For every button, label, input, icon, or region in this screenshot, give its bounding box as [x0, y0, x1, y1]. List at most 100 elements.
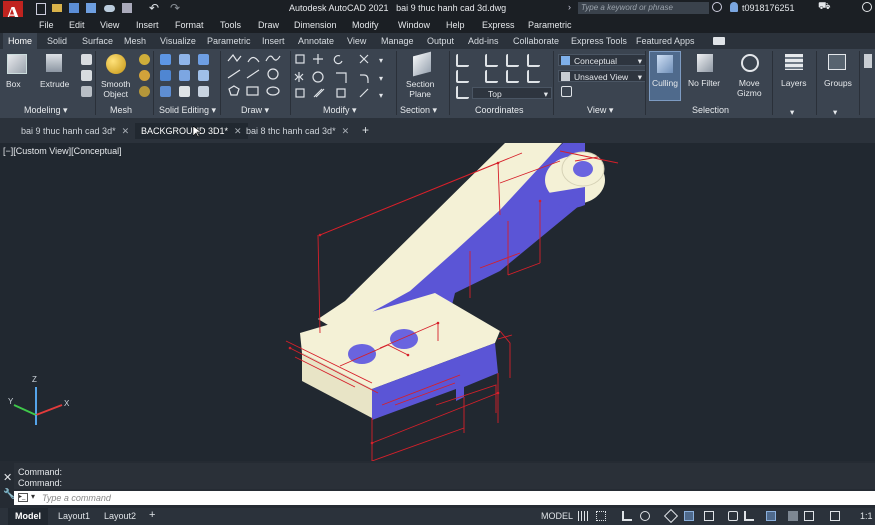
close-icon[interactable]: ✕	[122, 126, 130, 136]
doc-tab[interactable]: bai 9 thuc hanh cad 3d* ✕	[15, 123, 135, 139]
tab-annotate[interactable]: Annotate	[298, 36, 334, 46]
ucs-named-select[interactable]: Top ▾	[472, 87, 552, 99]
box-tool[interactable]: Box	[4, 52, 30, 92]
panel-selection-label[interactable]: Selection	[692, 105, 729, 115]
ucs-3point-icon[interactable]	[456, 70, 469, 83]
lineweight-icon[interactable]	[766, 511, 776, 521]
tab-add-ins[interactable]: Add-ins	[468, 36, 499, 46]
polar-icon[interactable]	[640, 511, 650, 521]
search-input[interactable]: Type a keyword or phrase	[578, 2, 709, 14]
new-tab-icon[interactable]: +	[362, 123, 369, 137]
binoculars-icon[interactable]	[712, 2, 722, 12]
cart-icon[interactable]: ⛟	[818, 1, 831, 14]
panel-modeling-label[interactable]: Modeling ▾	[24, 105, 68, 116]
menu-window[interactable]: Window	[398, 20, 430, 30]
union-icon[interactable]	[160, 54, 171, 65]
culling-button[interactable]: Culling	[649, 51, 681, 101]
extract-edges-icon[interactable]	[179, 86, 190, 97]
menu-help[interactable]: Help	[446, 20, 465, 30]
tab-surface[interactable]: Surface	[82, 36, 113, 46]
tab-featured-apps[interactable]: Featured Apps	[636, 36, 695, 46]
menu-express[interactable]: Express	[482, 20, 515, 30]
tab-manage[interactable]: Manage	[381, 36, 414, 46]
panel-modify-label[interactable]: Modify ▾	[323, 105, 357, 116]
layout-tab-1[interactable]: Layout1	[58, 511, 90, 521]
otrack-icon[interactable]	[728, 511, 738, 521]
plot-icon[interactable]	[122, 3, 132, 13]
section-plane-tool[interactable]: Section Plane	[403, 51, 443, 102]
polysolid-icon[interactable]	[81, 54, 92, 65]
menu-file[interactable]: File	[39, 20, 54, 30]
tab-mesh[interactable]: Mesh	[124, 36, 146, 46]
drawing-viewport[interactable]: [−][Custom View][Conceptual] Z X Y	[0, 143, 875, 461]
command-input[interactable]: ▸_ ▾ Type a command	[14, 491, 875, 505]
tab-home[interactable]: Home	[3, 33, 38, 49]
no-filter-button[interactable]: No Filter	[686, 52, 726, 102]
ortho-icon[interactable]	[622, 511, 632, 521]
groups-expand-icon[interactable]: ▾	[833, 107, 837, 117]
3d-osnap-icon[interactable]	[704, 511, 714, 521]
menu-edit[interactable]: Edit	[69, 20, 85, 30]
panel-view-label[interactable]: View ▾	[587, 105, 613, 116]
mesh-refine-icon[interactable]	[139, 86, 150, 97]
command-close-icon[interactable]: ✕	[3, 471, 12, 484]
ucs-object-icon[interactable]	[456, 86, 469, 99]
menu-format[interactable]: Format	[175, 20, 204, 30]
menu-parametric[interactable]: Parametric	[528, 20, 572, 30]
layers-expand-icon[interactable]: ▾	[790, 107, 794, 117]
slice-icon[interactable]	[179, 54, 190, 65]
revolve-icon[interactable]	[81, 86, 92, 97]
layout-tab-model[interactable]: Model	[8, 508, 48, 525]
redo-icon[interactable]: ↷	[170, 1, 180, 15]
save-as-icon[interactable]	[86, 3, 96, 13]
presspull-icon[interactable]	[81, 70, 92, 81]
panel-draw-label[interactable]: Draw ▾	[241, 105, 269, 116]
object-snap-icon[interactable]	[684, 511, 694, 521]
save-icon[interactable]	[69, 3, 79, 13]
layers-button[interactable]: Layers ▾	[777, 52, 813, 117]
cloud-icon[interactable]	[104, 5, 115, 12]
snap-icon[interactable]	[596, 511, 606, 521]
close-icon[interactable]: ✕	[342, 126, 350, 136]
doc-tab[interactable]: bai 8 thc hanh cad 3d* ✕	[240, 123, 355, 139]
ribbon-toggle-icon[interactable]	[713, 37, 725, 45]
separate-icon[interactable]	[198, 70, 209, 81]
panel-section-label[interactable]: Section ▾	[400, 105, 437, 116]
view-panel-more-icon[interactable]	[864, 54, 872, 68]
menu-dimension[interactable]: Dimension	[294, 20, 337, 30]
dynamic-ucs-icon[interactable]	[744, 511, 754, 521]
tab-view[interactable]: View	[347, 36, 366, 46]
open-icon[interactable]	[52, 4, 62, 12]
ucs-x-icon[interactable]	[527, 54, 540, 67]
saved-view-select[interactable]: Unsaved View ▾	[558, 70, 646, 82]
tab-visualize[interactable]: Visualize	[160, 36, 196, 46]
panel-coordinates-label[interactable]: Coordinates	[475, 105, 524, 115]
user-name[interactable]: t0918176251	[742, 3, 795, 13]
tab-solid[interactable]: Solid	[47, 36, 67, 46]
ucs-z-icon[interactable]	[506, 70, 519, 83]
tab-express-tools[interactable]: Express Tools	[571, 36, 627, 46]
tab-parametric[interactable]: Parametric	[207, 36, 251, 46]
doc-tab-active[interactable]: BACKGROUND 3D1* ✕	[135, 123, 248, 139]
shell-icon[interactable]	[198, 86, 209, 97]
annotation-scale[interactable]: 1:1	[860, 511, 873, 521]
smooth-object-tool[interactable]: Smooth Object	[99, 52, 135, 102]
visual-style-select[interactable]: Conceptual ▾	[558, 54, 646, 66]
user-icon[interactable]	[730, 2, 738, 12]
panel-mesh-label[interactable]: Mesh	[110, 105, 132, 115]
layout-tab-2[interactable]: Layout2	[104, 511, 136, 521]
viewport-config-icon[interactable]	[561, 86, 572, 97]
extrude-tool[interactable]: Extrude	[38, 52, 74, 92]
mesh-box-icon[interactable]	[139, 54, 150, 65]
ucs-world-icon[interactable]	[506, 54, 519, 67]
menu-tools[interactable]: Tools	[220, 20, 241, 30]
search-chevron-icon[interactable]: ›	[568, 2, 571, 12]
isodraft-icon[interactable]	[663, 508, 679, 524]
tab-output[interactable]: Output	[427, 36, 454, 46]
thicken-icon[interactable]	[179, 70, 190, 81]
mesh-smooth-icon[interactable]	[139, 70, 150, 81]
groups-button[interactable]: Groups ▾	[820, 52, 856, 117]
ucs-view-icon[interactable]	[527, 70, 540, 83]
ucs-y-icon[interactable]	[485, 70, 498, 83]
move-gizmo-button[interactable]: Move Gizmo	[733, 52, 769, 102]
